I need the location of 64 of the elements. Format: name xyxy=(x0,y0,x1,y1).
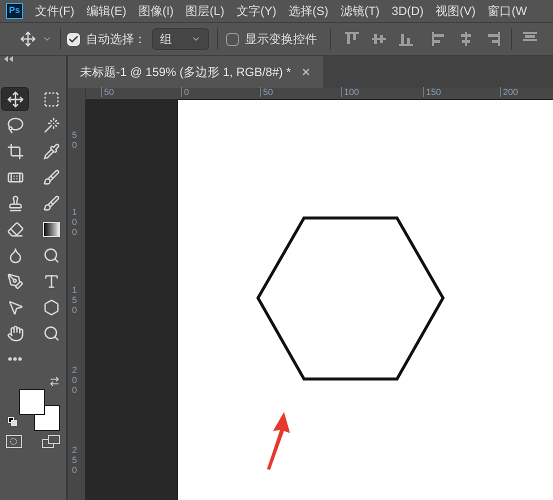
ruler-label: 150 xyxy=(423,87,442,97)
eyedropper-icon xyxy=(42,142,60,160)
move-tool-icon[interactable] xyxy=(20,31,36,47)
target-dropdown[interactable]: 组 xyxy=(152,28,209,50)
tool-button[interactable] xyxy=(1,87,29,111)
checkbox-label: 显示变换控件 xyxy=(245,31,317,48)
menu-item[interactable]: 滤镜(T) xyxy=(340,2,380,20)
ruler-label: 50 xyxy=(101,87,114,97)
app-logo: Ps xyxy=(6,3,23,19)
stamp-icon xyxy=(6,194,24,212)
default-colors-icon[interactable] xyxy=(8,417,17,426)
hand-icon xyxy=(6,324,24,342)
align-icon[interactable] xyxy=(458,31,474,47)
ruler-label: 100 xyxy=(341,87,360,97)
document-title: 未标题-1 @ 159% (多边形 1, RGB/8#) * xyxy=(80,64,291,81)
menu-item[interactable]: 图像(I) xyxy=(138,2,174,20)
checkbox-label: 自动选择： xyxy=(86,31,146,48)
eraser-icon xyxy=(6,220,24,238)
ruler-label: 250 xyxy=(72,445,78,475)
align-icon[interactable] xyxy=(344,31,360,47)
menu-item[interactable]: 图层(L) xyxy=(186,2,224,20)
document-tab[interactable]: 未标题-1 @ 159% (多边形 1, RGB/8#) * xyxy=(68,56,323,88)
gradient-icon xyxy=(42,222,60,236)
pointer-icon xyxy=(6,298,24,316)
ruler-label: 100 xyxy=(72,207,78,237)
history-brush-icon xyxy=(42,194,60,212)
menu-item[interactable]: 3D(D) xyxy=(392,2,424,20)
brush-icon xyxy=(42,168,60,186)
ruler-label: 50 xyxy=(72,130,78,150)
menu-item[interactable]: 视图(V) xyxy=(436,2,476,20)
menu-item[interactable]: 文件(F) xyxy=(35,2,74,20)
magic-wand-icon xyxy=(42,116,60,134)
checkbox[interactable] xyxy=(226,32,239,46)
marquee-icon xyxy=(42,90,60,108)
ruler-label: 150 xyxy=(72,285,78,315)
ruler-label: 0 xyxy=(181,87,190,97)
menu-item[interactable]: 编辑(E) xyxy=(86,2,126,20)
arrow-icon xyxy=(264,411,290,471)
menu-item[interactable]: 文字(Y) xyxy=(236,2,276,20)
ruler-label: 200 xyxy=(500,87,518,97)
color-swatches-drawing[interactable] xyxy=(19,389,60,431)
ruler-label: 200 xyxy=(72,365,78,395)
quick-mask-icon[interactable] xyxy=(6,435,22,448)
align-icon[interactable] xyxy=(398,31,414,47)
move-tool-icon xyxy=(6,90,24,108)
align-icon[interactable] xyxy=(485,31,501,47)
check-icon xyxy=(68,34,79,44)
align-icon[interactable] xyxy=(431,31,447,47)
lasso-icon xyxy=(6,116,24,134)
swap-colors-icon[interactable] xyxy=(49,376,60,387)
crop-icon xyxy=(6,142,24,160)
screen-mode-icon[interactable] xyxy=(42,435,60,449)
zoom-icon xyxy=(42,324,60,342)
dodge-icon xyxy=(42,246,60,264)
pen-icon xyxy=(6,272,24,290)
align-icon[interactable] xyxy=(371,31,387,47)
hexagon-icon xyxy=(42,298,60,316)
type-icon xyxy=(42,272,60,290)
menu-item[interactable]: 选择(S) xyxy=(288,2,328,20)
checkbox[interactable] xyxy=(67,32,80,46)
close-icon[interactable] xyxy=(300,67,311,77)
menu-item[interactable]: 窗口(W xyxy=(488,2,527,20)
ruler-label: 50 xyxy=(260,87,274,97)
more-icon xyxy=(8,357,22,361)
